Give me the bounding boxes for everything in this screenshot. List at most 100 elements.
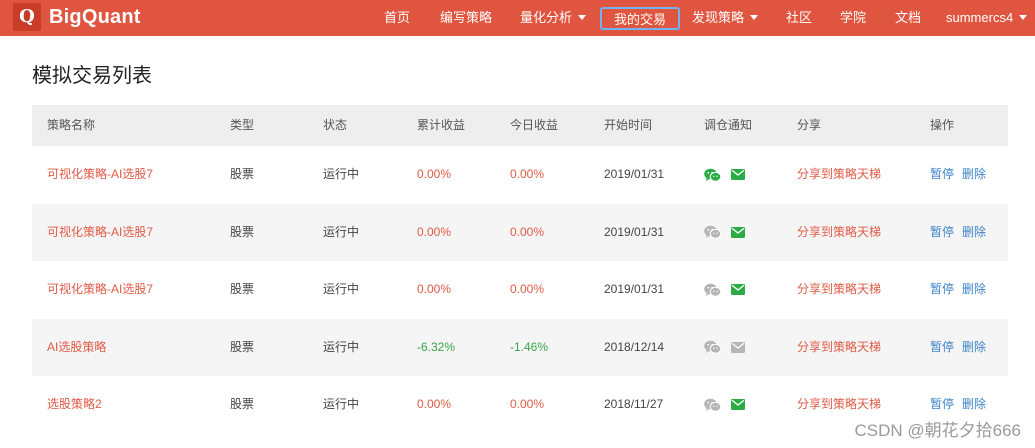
wechat-icon[interactable] — [704, 283, 721, 297]
wechat-icon[interactable] — [704, 398, 721, 412]
header-status: 状态 — [323, 118, 348, 132]
start-date: 2019/01/31 — [604, 282, 665, 296]
strategy-status: 运行中 — [323, 397, 360, 411]
share-to-ladder-link[interactable]: 分享到策略天梯 — [797, 319, 881, 377]
delete-button[interactable]: 删除 — [962, 282, 986, 296]
wechat-icon[interactable] — [704, 340, 721, 354]
strategy-name-link[interactable]: 可视化策略-AI选股7 — [47, 261, 153, 319]
nav-my-trading[interactable]: 我的交易 — [600, 7, 681, 30]
notify-icons — [704, 204, 755, 262]
chevron-down-icon — [1019, 15, 1028, 20]
strategy-status: 运行中 — [323, 339, 360, 354]
header-today-return: 今日收益 — [510, 118, 559, 132]
header-strategy-name: 策略名称 — [47, 118, 96, 132]
header-share: 分享 — [797, 118, 822, 132]
page-title: 模拟交易列表 — [32, 65, 152, 87]
pause-button[interactable]: 暂停 — [930, 340, 954, 354]
strategy-type: 股票 — [230, 167, 255, 181]
delete-button[interactable]: 删除 — [962, 225, 986, 239]
pause-button[interactable]: 暂停 — [930, 397, 954, 411]
cumulative-return: 0.00% — [417, 224, 452, 239]
today-return: 0.00% — [510, 282, 545, 296]
email-icon[interactable] — [731, 399, 745, 411]
table-row: 可视化策略-AI选股7 股票 运行中 0.00% 0.00% 2019/01/3… — [32, 146, 1008, 204]
cumulative-return: 0.00% — [417, 397, 452, 411]
row-actions: 暂停 删除 — [930, 146, 994, 204]
nav-community[interactable]: 社区 — [786, 0, 812, 36]
notify-icons — [704, 146, 755, 204]
today-return: 0.00% — [510, 397, 545, 411]
strategy-status: 运行中 — [323, 224, 360, 239]
brand-name: BigQuant — [49, 5, 141, 28]
nav-write-strategy-label: 编写策略 — [440, 10, 493, 25]
today-return: -1.46% — [510, 339, 549, 354]
cumulative-return: -6.32% — [417, 339, 456, 354]
strategy-status: 运行中 — [323, 167, 360, 181]
strategy-type: 股票 — [230, 282, 255, 296]
strategy-name-link[interactable]: 可视化策略-AI选股7 — [47, 146, 153, 204]
row-actions: 暂停 删除 — [930, 261, 994, 319]
row-actions: 暂停 删除 — [930, 204, 994, 262]
strategy-name-link[interactable]: 可视化策略-AI选股7 — [47, 204, 153, 262]
start-date: 2018/11/27 — [604, 397, 664, 411]
notify-icons — [704, 376, 755, 434]
today-return: 0.00% — [510, 167, 545, 181]
header-rebalance-notify: 调仓通知 — [704, 118, 753, 132]
strategy-type: 股票 — [230, 339, 255, 354]
nav-write-strategy[interactable]: 编写策略 — [440, 0, 492, 36]
email-icon[interactable] — [731, 169, 745, 181]
cumulative-return: 0.00% — [417, 282, 452, 296]
pause-button[interactable]: 暂停 — [930, 167, 954, 181]
strategy-name-link[interactable]: 选股策略2 — [47, 376, 102, 434]
logo-letter: Q — [19, 6, 35, 27]
nav-docs-label: 文档 — [895, 10, 922, 25]
nav-discover-strategy-label: 发现策略 — [692, 10, 745, 25]
nav-home-label: 首页 — [384, 10, 411, 25]
table-row: 可视化策略-AI选股7 股票 运行中 0.00% 0.00% 2019/01/3… — [32, 261, 1008, 319]
delete-button[interactable]: 删除 — [962, 167, 986, 181]
start-date: 2019/01/31 — [604, 224, 665, 239]
nav-home[interactable]: 首页 — [384, 0, 410, 36]
pause-button[interactable]: 暂停 — [930, 225, 954, 239]
strategy-status: 运行中 — [323, 282, 360, 296]
email-icon[interactable] — [731, 284, 745, 296]
pause-button[interactable]: 暂停 — [930, 282, 954, 296]
notify-icons — [704, 319, 755, 377]
share-to-ladder-link[interactable]: 分享到策略天梯 — [797, 204, 881, 262]
nav-username: summercs4 — [946, 10, 1014, 25]
start-date: 2018/12/14 — [604, 339, 665, 354]
strategy-type: 股票 — [230, 397, 255, 411]
nav-user-menu[interactable]: summercs4 — [946, 0, 1028, 36]
brand-logo[interactable]: Q BigQuant — [13, 3, 141, 31]
wechat-icon[interactable] — [704, 168, 721, 182]
table-row: AI选股策略 股票 运行中 -6.32% -1.46% 2018/12/14 分… — [32, 318, 1008, 377]
header-type: 类型 — [230, 118, 255, 132]
nav-quant-analysis-label: 量化分析 — [520, 10, 573, 25]
strategy-type: 股票 — [230, 224, 255, 239]
email-icon[interactable] — [731, 341, 745, 353]
table-row: 可视化策略-AI选股7 股票 运行中 0.00% 0.00% 2019/01/3… — [32, 203, 1008, 262]
header-cumulative-return: 累计收益 — [417, 118, 466, 132]
cumulative-return: 0.00% — [417, 167, 452, 181]
share-to-ladder-link[interactable]: 分享到策略天梯 — [797, 146, 881, 204]
share-to-ladder-link[interactable]: 分享到策略天梯 — [797, 261, 881, 319]
nav-quant-analysis[interactable]: 量化分析 — [520, 0, 587, 36]
nav-docs[interactable]: 文档 — [895, 0, 921, 36]
table-header-row: 策略名称 类型 状态 累计收益 今日收益 开始时间 调仓通知 分享 操作 — [32, 105, 1008, 146]
start-date: 2019/01/31 — [604, 167, 665, 181]
nav-academy[interactable]: 学院 — [840, 0, 866, 36]
strategy-name-link[interactable]: AI选股策略 — [47, 319, 106, 377]
today-return: 0.00% — [510, 224, 545, 239]
notify-icons — [704, 261, 755, 319]
header-start-time: 开始时间 — [604, 118, 653, 132]
delete-button[interactable]: 删除 — [962, 397, 986, 411]
header-actions: 操作 — [930, 118, 955, 132]
email-icon[interactable] — [731, 226, 745, 238]
nav-discover-strategy[interactable]: 发现策略 — [692, 0, 759, 36]
wechat-icon[interactable] — [704, 225, 721, 239]
logo-mark-icon: Q — [13, 3, 41, 31]
chevron-down-icon — [578, 15, 587, 20]
watermark: CSDN @朝花夕拾666 — [854, 421, 1021, 440]
row-actions: 暂停 删除 — [930, 319, 994, 377]
delete-button[interactable]: 删除 — [962, 340, 986, 354]
